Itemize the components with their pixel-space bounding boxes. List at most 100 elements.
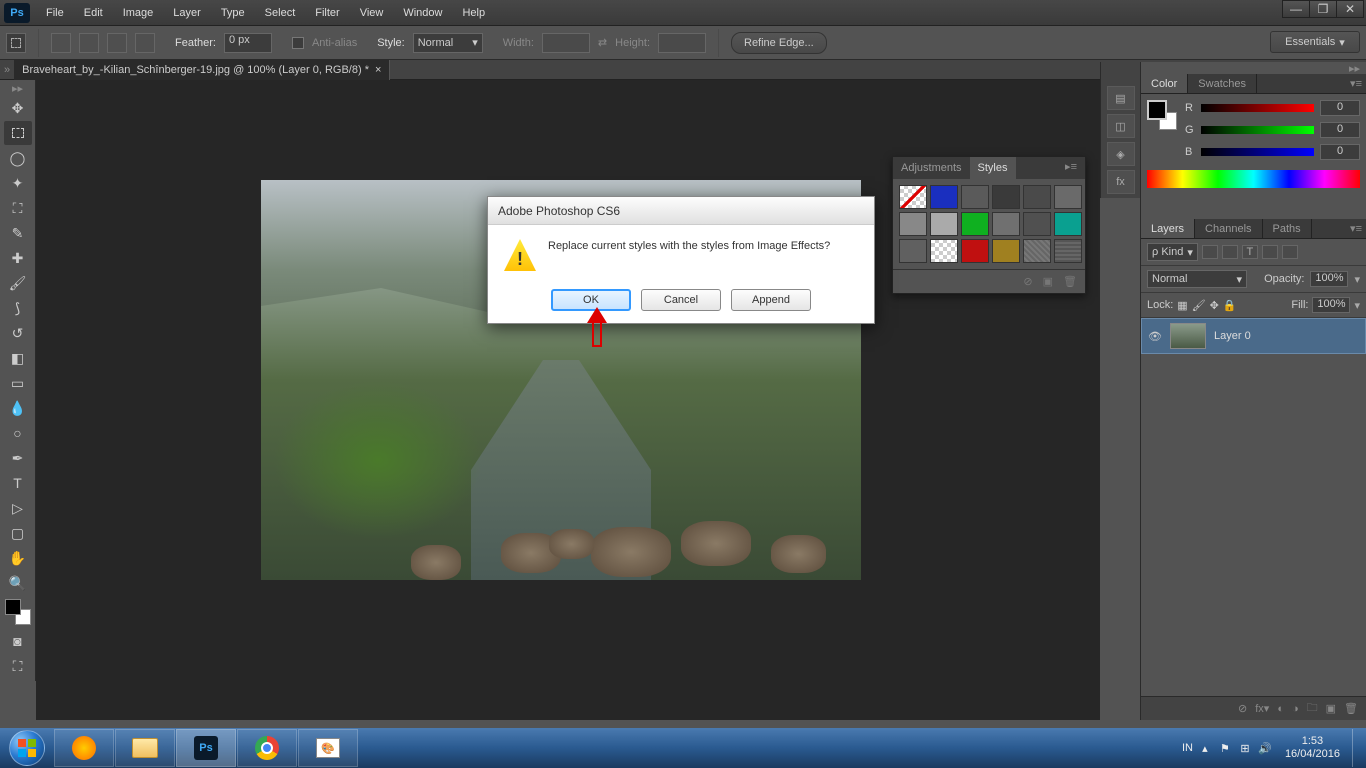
- trash-icon[interactable]: 🗑: [1063, 275, 1077, 288]
- taskbar-paint[interactable]: 🎨: [298, 729, 358, 767]
- panel-menu-icon[interactable]: ▸≡: [1061, 160, 1081, 173]
- menu-select[interactable]: Select: [255, 7, 306, 19]
- chevron-down-icon[interactable]: ▾: [1354, 273, 1360, 286]
- panel-menu-icon[interactable]: ▾≡: [1350, 77, 1362, 90]
- dodge-tool-icon[interactable]: ○: [4, 421, 32, 445]
- paragraph-panel-icon[interactable]: fx: [1107, 170, 1135, 194]
- tab-styles[interactable]: Styles: [970, 157, 1016, 179]
- maximize-button[interactable]: ❐: [1309, 0, 1337, 18]
- lock-position-icon[interactable]: ✥: [1210, 299, 1219, 312]
- fill-input[interactable]: 100%: [1312, 297, 1350, 313]
- lock-pixels-icon[interactable]: 🖌: [1192, 299, 1206, 312]
- show-desktop-button[interactable]: [1352, 729, 1362, 767]
- append-button[interactable]: Append: [731, 289, 811, 311]
- tab-layers[interactable]: Layers: [1141, 219, 1195, 238]
- trash-icon[interactable]: 🗑: [1344, 702, 1358, 715]
- tab-color[interactable]: Color: [1141, 74, 1188, 93]
- opacity-input[interactable]: 100%: [1310, 271, 1348, 287]
- color-spectrum[interactable]: [1147, 170, 1360, 188]
- layer-thumbnail[interactable]: [1170, 323, 1206, 349]
- fg-color-swatch[interactable]: [1147, 100, 1167, 120]
- flag-icon[interactable]: ⚑: [1217, 740, 1233, 756]
- filter-type-icon[interactable]: T: [1242, 245, 1258, 259]
- volume-icon[interactable]: 🔊: [1257, 740, 1273, 756]
- blend-mode-select[interactable]: Normal▾: [1147, 270, 1247, 288]
- quickmask-icon[interactable]: ◙: [4, 629, 32, 653]
- r-slider[interactable]: [1201, 104, 1314, 112]
- collapse-icon[interactable]: ▸▸: [0, 82, 35, 95]
- style-swatch[interactable]: [899, 239, 927, 263]
- menu-window[interactable]: Window: [393, 7, 452, 19]
- style-swatch[interactable]: [930, 212, 958, 236]
- close-button[interactable]: ✕: [1336, 0, 1364, 18]
- hand-tool-icon[interactable]: ✋: [4, 546, 32, 570]
- filter-smart-icon[interactable]: [1282, 245, 1298, 259]
- marquee-tool-icon[interactable]: [4, 121, 32, 145]
- menu-edit[interactable]: Edit: [74, 7, 113, 19]
- style-swatch[interactable]: [961, 239, 989, 263]
- network-icon[interactable]: ⊞: [1237, 740, 1253, 756]
- crop-tool-icon[interactable]: ⛶: [4, 196, 32, 220]
- style-swatch[interactable]: [930, 239, 958, 263]
- close-tab-icon[interactable]: ×: [375, 64, 381, 76]
- workspace-switcher[interactable]: Essentials ▾: [1270, 31, 1360, 53]
- menu-layer[interactable]: Layer: [163, 7, 211, 19]
- style-swatch[interactable]: [1054, 239, 1082, 263]
- rectangle-tool-icon[interactable]: ▢: [4, 521, 32, 545]
- b-value[interactable]: 0: [1320, 144, 1360, 160]
- language-indicator[interactable]: IN: [1182, 742, 1193, 754]
- style-swatch[interactable]: [992, 185, 1020, 209]
- selection-intersect-icon[interactable]: [135, 33, 155, 53]
- clone-stamp-tool-icon[interactable]: ⟆: [4, 296, 32, 320]
- taskbar-photoshop[interactable]: Ps: [176, 729, 236, 767]
- tab-adjustments[interactable]: Adjustments: [893, 157, 970, 179]
- history-panel-icon[interactable]: ▤: [1107, 86, 1135, 110]
- style-swatch[interactable]: [1054, 212, 1082, 236]
- path-select-tool-icon[interactable]: ▷: [4, 496, 32, 520]
- foreground-background-colors[interactable]: [5, 599, 31, 625]
- start-button[interactable]: [0, 728, 54, 768]
- character-panel-icon[interactable]: ◈: [1107, 142, 1135, 166]
- style-swatch[interactable]: [992, 239, 1020, 263]
- menu-help[interactable]: Help: [452, 7, 495, 19]
- tab-channels[interactable]: Channels: [1195, 219, 1262, 238]
- style-swatch[interactable]: [992, 212, 1020, 236]
- group-icon[interactable]: 🗀: [1307, 699, 1318, 718]
- document-tab[interactable]: Braveheart_by_-Kilian_Schînberger-19.jpg…: [14, 60, 390, 80]
- b-slider[interactable]: [1201, 148, 1314, 156]
- feather-input[interactable]: 0 px: [224, 33, 272, 53]
- marquee-tool-preset-icon[interactable]: [6, 33, 26, 53]
- lasso-tool-icon[interactable]: ◯: [4, 146, 32, 170]
- screenmode-icon[interactable]: ⛶: [4, 654, 32, 678]
- style-swatch[interactable]: [899, 185, 927, 209]
- tab-overflow-icon[interactable]: »: [0, 64, 14, 76]
- clock[interactable]: 1:53 16/04/2016: [1277, 735, 1348, 761]
- style-swatch[interactable]: [1023, 212, 1051, 236]
- style-swatch[interactable]: [1023, 239, 1051, 263]
- r-value[interactable]: 0: [1320, 100, 1360, 116]
- cancel-button[interactable]: Cancel: [641, 289, 721, 311]
- properties-panel-icon[interactable]: ◫: [1107, 114, 1135, 138]
- tab-swatches[interactable]: Swatches: [1188, 74, 1257, 93]
- tab-paths[interactable]: Paths: [1263, 219, 1312, 238]
- chevron-down-icon[interactable]: ▾: [1354, 299, 1360, 312]
- move-tool-icon[interactable]: ✥: [4, 96, 32, 120]
- foreground-color-swatch[interactable]: [5, 599, 21, 615]
- selection-new-icon[interactable]: [51, 33, 71, 53]
- layer-effects-icon[interactable]: fx▾: [1255, 702, 1269, 715]
- no-style-icon[interactable]: ⊘: [1023, 275, 1032, 288]
- style-swatch[interactable]: [1054, 185, 1082, 209]
- style-swatch[interactable]: [961, 212, 989, 236]
- g-slider[interactable]: [1201, 126, 1314, 134]
- refine-edge-button[interactable]: Refine Edge...: [731, 32, 827, 54]
- pen-tool-icon[interactable]: ✒: [4, 446, 32, 470]
- lock-transparent-icon[interactable]: ▦: [1177, 299, 1187, 312]
- panel-menu-icon[interactable]: ▾≡: [1350, 222, 1362, 235]
- zoom-tool-icon[interactable]: 🔍: [4, 571, 32, 595]
- healing-brush-tool-icon[interactable]: ✚: [4, 246, 32, 270]
- show-hidden-icon[interactable]: ▴: [1197, 740, 1213, 756]
- gradient-tool-icon[interactable]: ▭: [4, 371, 32, 395]
- quick-select-tool-icon[interactable]: ✦: [4, 171, 32, 195]
- type-tool-icon[interactable]: T: [4, 471, 32, 495]
- layer-item[interactable]: 👁 Layer 0: [1141, 318, 1366, 354]
